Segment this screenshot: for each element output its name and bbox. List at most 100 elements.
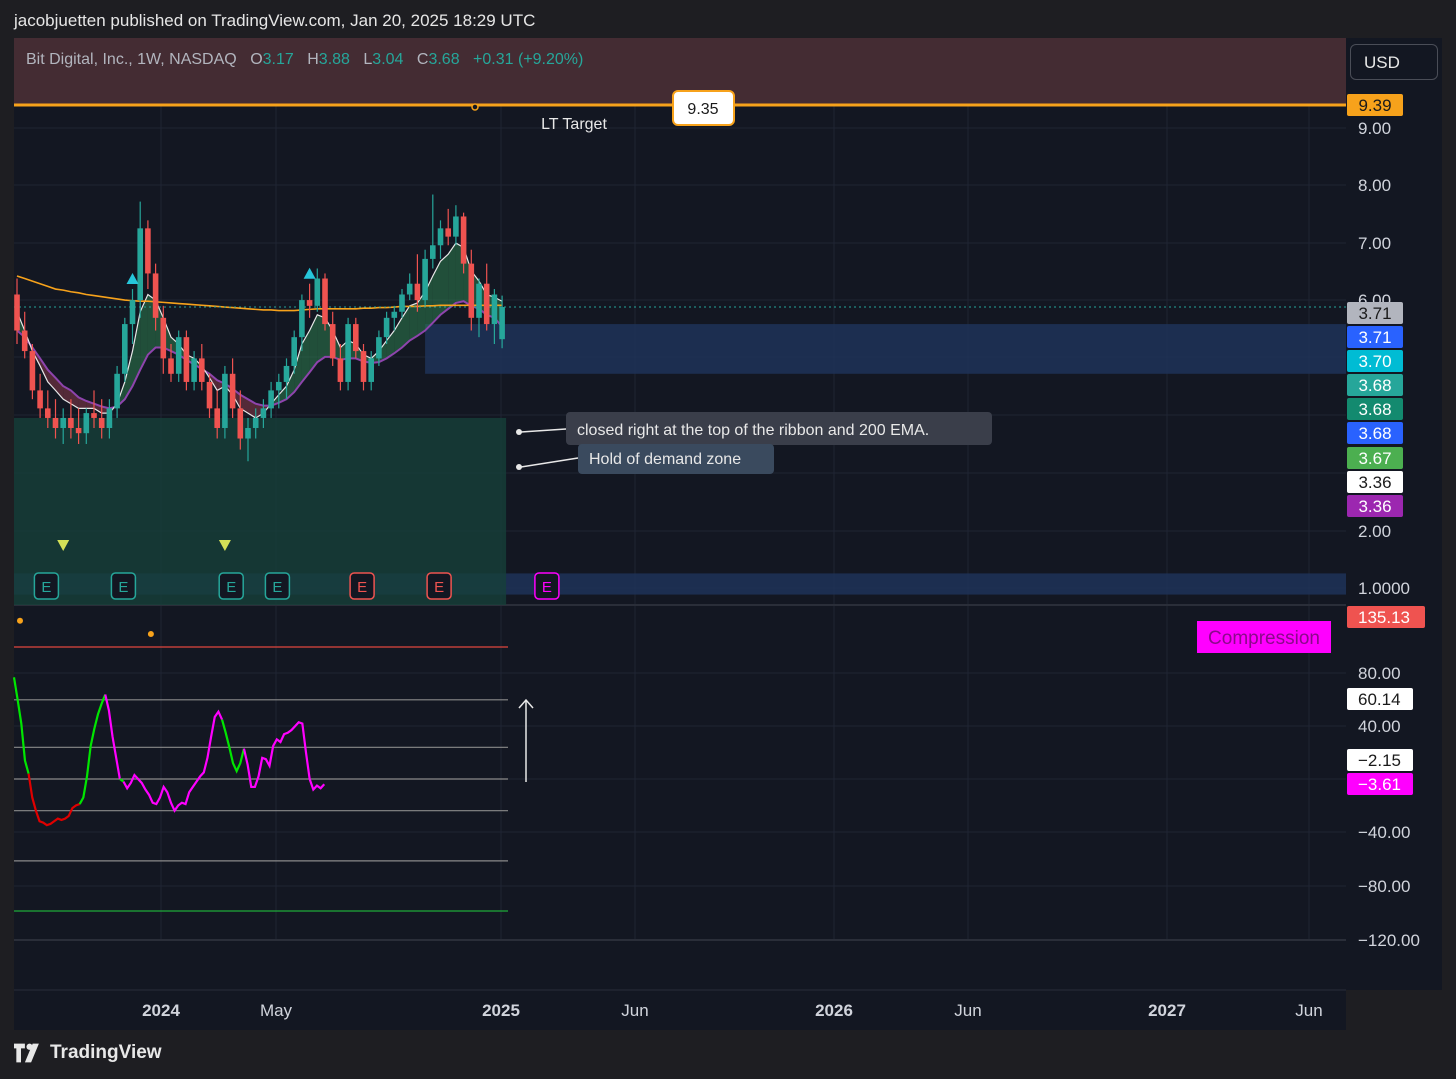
candle-body[interactable]	[37, 390, 43, 409]
time-tick-label: 2025	[482, 1001, 520, 1020]
candle-body[interactable]	[406, 283, 413, 295]
candle-body[interactable]	[114, 373, 120, 409]
candle-body[interactable]	[376, 337, 382, 359]
candle-body[interactable]	[414, 283, 421, 301]
candle-body[interactable]	[214, 408, 220, 428]
candle-body[interactable]	[499, 307, 505, 340]
candle-body[interactable]	[345, 324, 351, 382]
candle-body[interactable]	[122, 324, 128, 374]
candle-body[interactable]	[129, 300, 136, 325]
legend-low: 3.04	[372, 51, 404, 68]
candle-body[interactable]	[152, 273, 159, 318]
candle-body[interactable]	[175, 337, 182, 374]
legend-change: +0.31 (+9.20%)	[473, 51, 584, 68]
candle-body[interactable]	[322, 278, 328, 325]
candle-body[interactable]	[145, 228, 151, 274]
chart-canvas[interactable]: E E E E E E E LT Target 9.35 closed right at the…	[0, 0, 1456, 1079]
candle-body[interactable]	[106, 408, 113, 428]
legend-symbol: Bit Digital, Inc., 1W, NASDAQ	[26, 51, 237, 68]
osc-dot	[17, 617, 23, 624]
candle-body[interactable]	[422, 258, 428, 301]
currency-button[interactable]: USD	[1350, 44, 1438, 80]
time-tick-label: Jun	[1295, 1001, 1322, 1020]
time-tick-label: May	[260, 1001, 293, 1020]
candle-body[interactable]	[252, 417, 259, 428]
osc-tick-label: 40.00	[1358, 717, 1401, 736]
candle-body[interactable]	[29, 351, 36, 391]
note-demand-text: Hold of demand zone	[589, 451, 741, 468]
candle-body[interactable]	[391, 311, 398, 318]
candle-body[interactable]	[453, 216, 459, 237]
time-tick-label: Jun	[621, 1001, 648, 1020]
candle-body[interactable]	[468, 263, 475, 318]
candle-body[interactable]	[460, 216, 467, 264]
candle-body[interactable]	[160, 317, 167, 359]
candle-body[interactable]	[430, 245, 436, 259]
candle-body[interactable]	[353, 324, 359, 352]
brand-name: TradingView	[50, 1042, 162, 1063]
candle-body[interactable]	[183, 337, 190, 382]
earnings-badge-label: E	[434, 579, 444, 596]
time-axis-area[interactable]	[14, 990, 1346, 1030]
candle-body[interactable]	[45, 408, 51, 418]
tradingview-logo-icon	[14, 1043, 39, 1063]
candle-body[interactable]	[168, 358, 174, 374]
candle-body[interactable]	[483, 283, 490, 325]
time-tick-label: 2027	[1148, 1001, 1186, 1020]
candle-body[interactable]	[98, 417, 105, 428]
candle-body[interactable]	[368, 358, 374, 382]
candle-body[interactable]	[21, 330, 28, 352]
candle-body[interactable]	[199, 358, 205, 382]
candle-body[interactable]	[383, 317, 390, 338]
price-tag-label: 3.70	[1358, 352, 1391, 371]
candle-body[interactable]	[52, 417, 59, 428]
candle-body[interactable]	[83, 413, 90, 434]
candle-body[interactable]	[237, 408, 244, 439]
candle-body[interactable]	[75, 427, 82, 434]
candle-body[interactable]	[68, 417, 74, 428]
earnings-badge-label: E	[272, 579, 282, 596]
candle-body[interactable]	[245, 427, 251, 439]
price-tick-label: 8.00	[1358, 176, 1391, 195]
tradingview-brand[interactable]: TradingView	[14, 1042, 162, 1064]
candle-body[interactable]	[222, 373, 228, 428]
candle-body[interactable]	[191, 358, 197, 382]
legend-high-label: H	[307, 51, 319, 68]
candle-body[interactable]	[91, 413, 97, 418]
candle-body[interactable]	[399, 294, 405, 312]
candle-body[interactable]	[491, 294, 498, 325]
candle-body[interactable]	[360, 351, 367, 382]
note-ribbon-text: closed right at the top of the ribbon an…	[577, 422, 929, 439]
legend-low-label: L	[363, 51, 373, 68]
candle-body[interactable]	[14, 294, 20, 331]
candle-body[interactable]	[337, 358, 344, 382]
target-bubble-label: 9.35	[687, 101, 718, 118]
earnings-badge-label: E	[357, 579, 367, 596]
price-tick-label: 1.0000	[1358, 579, 1410, 598]
candle-body[interactable]	[268, 390, 274, 409]
candle-body[interactable]	[299, 300, 305, 338]
price-tick-label: 2.00	[1358, 522, 1391, 541]
candle-body[interactable]	[283, 365, 290, 382]
candle-body[interactable]	[60, 417, 66, 428]
candle-body[interactable]	[445, 228, 451, 237]
candle-body[interactable]	[306, 300, 313, 306]
candle-body[interactable]	[291, 337, 297, 366]
candle-body[interactable]	[314, 278, 321, 306]
osc-value-tag-label: 60.14	[1358, 690, 1401, 709]
osc-tick-label: 80.00	[1358, 664, 1401, 683]
candle-body[interactable]	[260, 408, 267, 418]
candle-body[interactable]	[329, 324, 336, 359]
price-tag-label: 3.68	[1358, 424, 1391, 443]
candle-body[interactable]	[206, 381, 213, 409]
osc-value-tag-label: −2.15	[1358, 751, 1401, 770]
candle-body[interactable]	[437, 228, 444, 246]
time-tick-label: 2024	[142, 1001, 180, 1020]
candle-body[interactable]	[276, 381, 282, 391]
candle-body[interactable]	[229, 373, 236, 409]
legend-open-label: O	[250, 51, 263, 68]
legend-close-label: C	[416, 51, 429, 68]
candle-body[interactable]	[137, 228, 143, 301]
osc-tick-label: −40.00	[1358, 823, 1410, 842]
candle-body[interactable]	[476, 283, 482, 318]
